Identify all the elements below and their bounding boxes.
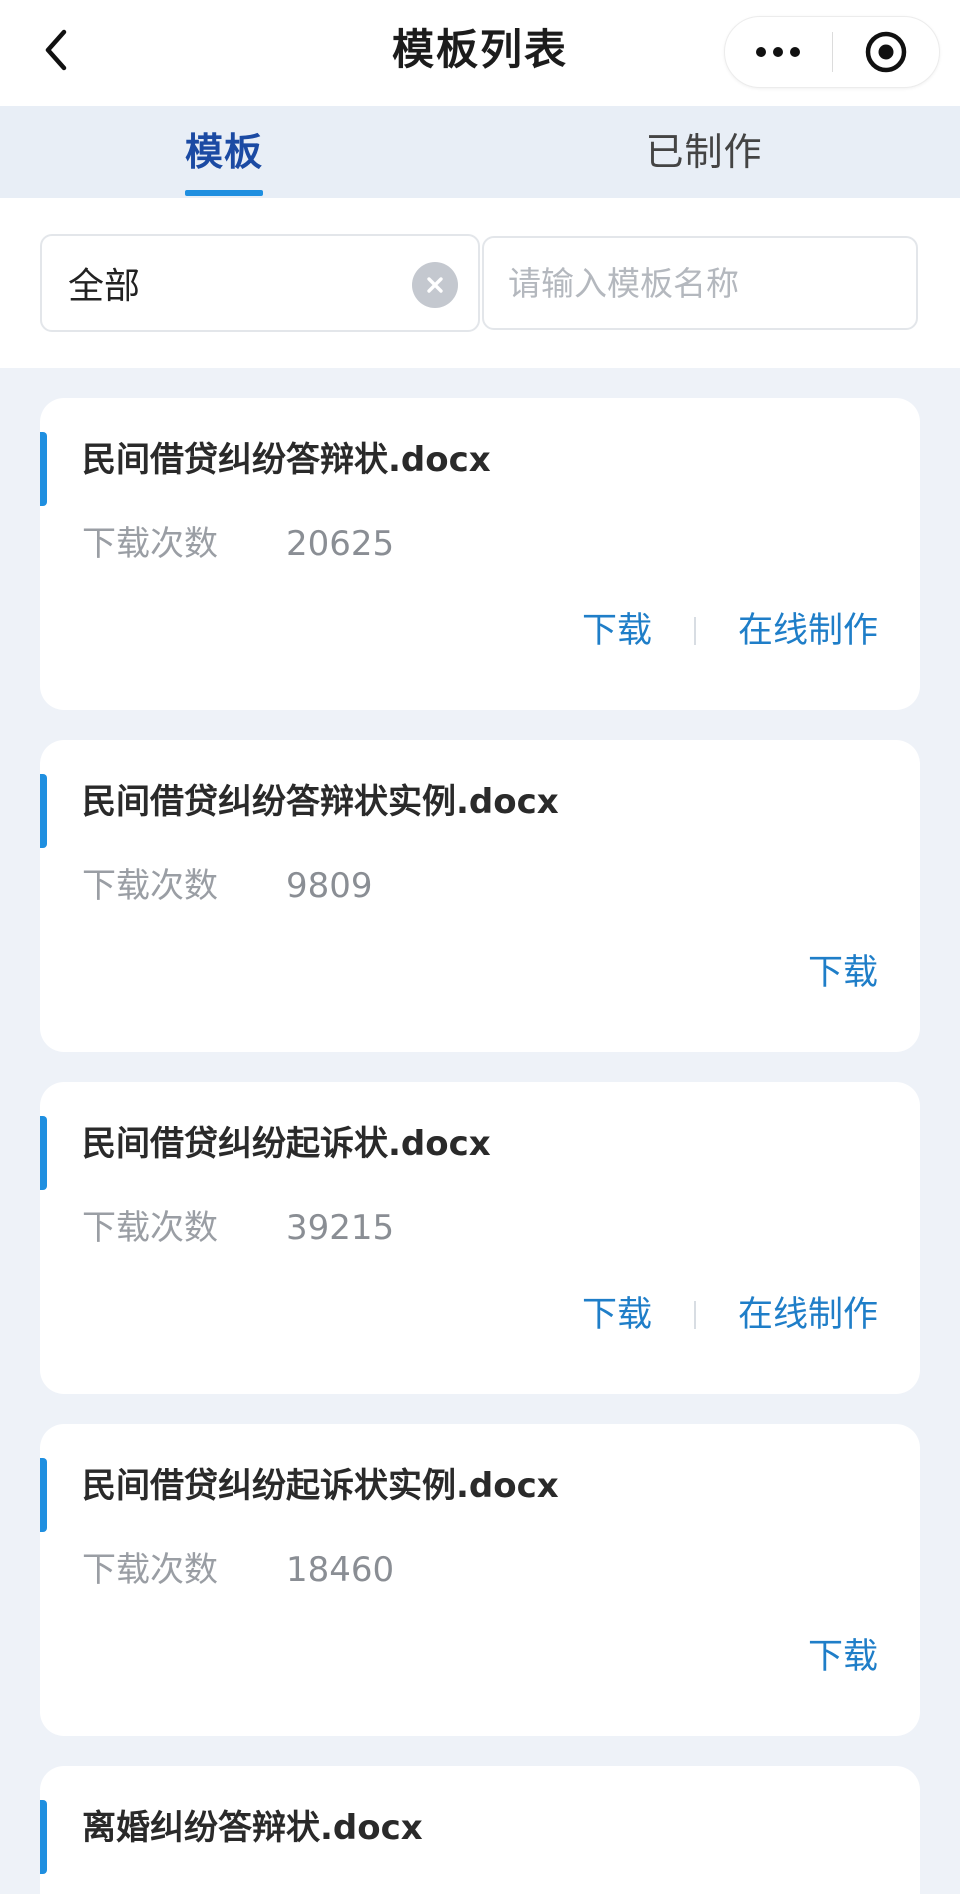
close-button[interactable]	[833, 16, 940, 88]
tab-label: 已制作	[645, 130, 763, 174]
template-card: 民间借贷纠纷答辩状.docx 下载次数 20625 下载 在线制作	[40, 398, 920, 710]
category-select[interactable]: 全部	[40, 234, 480, 332]
card-actions: 下载 在线制作	[582, 606, 878, 656]
download-stat: 下载次数 18460	[82, 1546, 394, 1594]
category-value: 全部	[68, 266, 141, 307]
filter-bar: 全部	[0, 198, 960, 368]
template-search-input[interactable]	[482, 236, 918, 330]
card-actions: 下载	[808, 948, 878, 998]
download-stat: 下载次数 20625	[82, 520, 394, 568]
card-accent-bar	[40, 1116, 47, 1190]
clear-category-button[interactable]	[412, 262, 458, 308]
download-count-label: 下载次数	[82, 866, 218, 906]
template-title[interactable]: 民间借贷纠纷起诉状.docx	[82, 1120, 491, 1168]
download-button[interactable]: 下载	[808, 1632, 878, 1682]
action-divider	[693, 617, 696, 645]
tab-made[interactable]: 已制作	[448, 106, 960, 198]
tab-label: 模板	[184, 130, 263, 174]
online-make-button[interactable]: 在线制作	[738, 1290, 878, 1340]
download-count-value: 39215	[286, 1208, 395, 1248]
more-dots-icon	[756, 47, 801, 57]
card-accent-bar	[40, 1800, 47, 1874]
template-card: 离婚纠纷答辩状.docx	[40, 1766, 920, 1894]
template-title[interactable]: 民间借贷纠纷答辩状.docx	[82, 436, 491, 484]
download-button[interactable]: 下载	[582, 1290, 652, 1340]
download-button[interactable]: 下载	[808, 948, 878, 998]
card-actions: 下载	[808, 1632, 878, 1682]
online-make-button[interactable]: 在线制作	[738, 606, 878, 656]
nav-bar: 模板列表	[0, 0, 960, 106]
target-circle-icon	[865, 31, 906, 73]
more-button[interactable]	[725, 16, 832, 88]
template-card: 民间借贷纠纷答辩状实例.docx 下载次数 9809 下载	[40, 740, 920, 1052]
download-stat: 下载次数 39215	[82, 1204, 394, 1252]
card-accent-bar	[40, 774, 47, 848]
template-card: 民间借贷纠纷起诉状实例.docx 下载次数 18460 下载	[40, 1424, 920, 1736]
clear-circle-icon	[427, 277, 443, 293]
template-title[interactable]: 离婚纠纷答辩状.docx	[82, 1804, 423, 1852]
action-divider	[693, 1301, 696, 1329]
card-accent-bar	[40, 1458, 47, 1532]
card-accent-bar	[40, 432, 47, 506]
download-count-label: 下载次数	[82, 524, 218, 564]
active-tab-indicator	[185, 190, 263, 196]
tab-bar: 模板 已制作	[0, 106, 960, 198]
mini-program-capsule	[724, 16, 940, 88]
download-count-value: 20625	[286, 524, 395, 564]
download-count-label: 下载次数	[82, 1550, 218, 1590]
download-count-value: 18460	[286, 1550, 395, 1590]
download-count-value: 9809	[286, 866, 373, 906]
template-title[interactable]: 民间借贷纠纷答辩状实例.docx	[82, 778, 559, 826]
tab-templates[interactable]: 模板	[0, 106, 448, 198]
template-card: 民间借贷纠纷起诉状.docx 下载次数 39215 下载 在线制作	[40, 1082, 920, 1394]
download-count-label: 下载次数	[82, 1208, 218, 1248]
template-title[interactable]: 民间借贷纠纷起诉状实例.docx	[82, 1462, 559, 1510]
download-stat: 下载次数 9809	[82, 862, 373, 910]
card-actions: 下载 在线制作	[582, 1290, 878, 1340]
download-button[interactable]: 下载	[582, 606, 652, 656]
